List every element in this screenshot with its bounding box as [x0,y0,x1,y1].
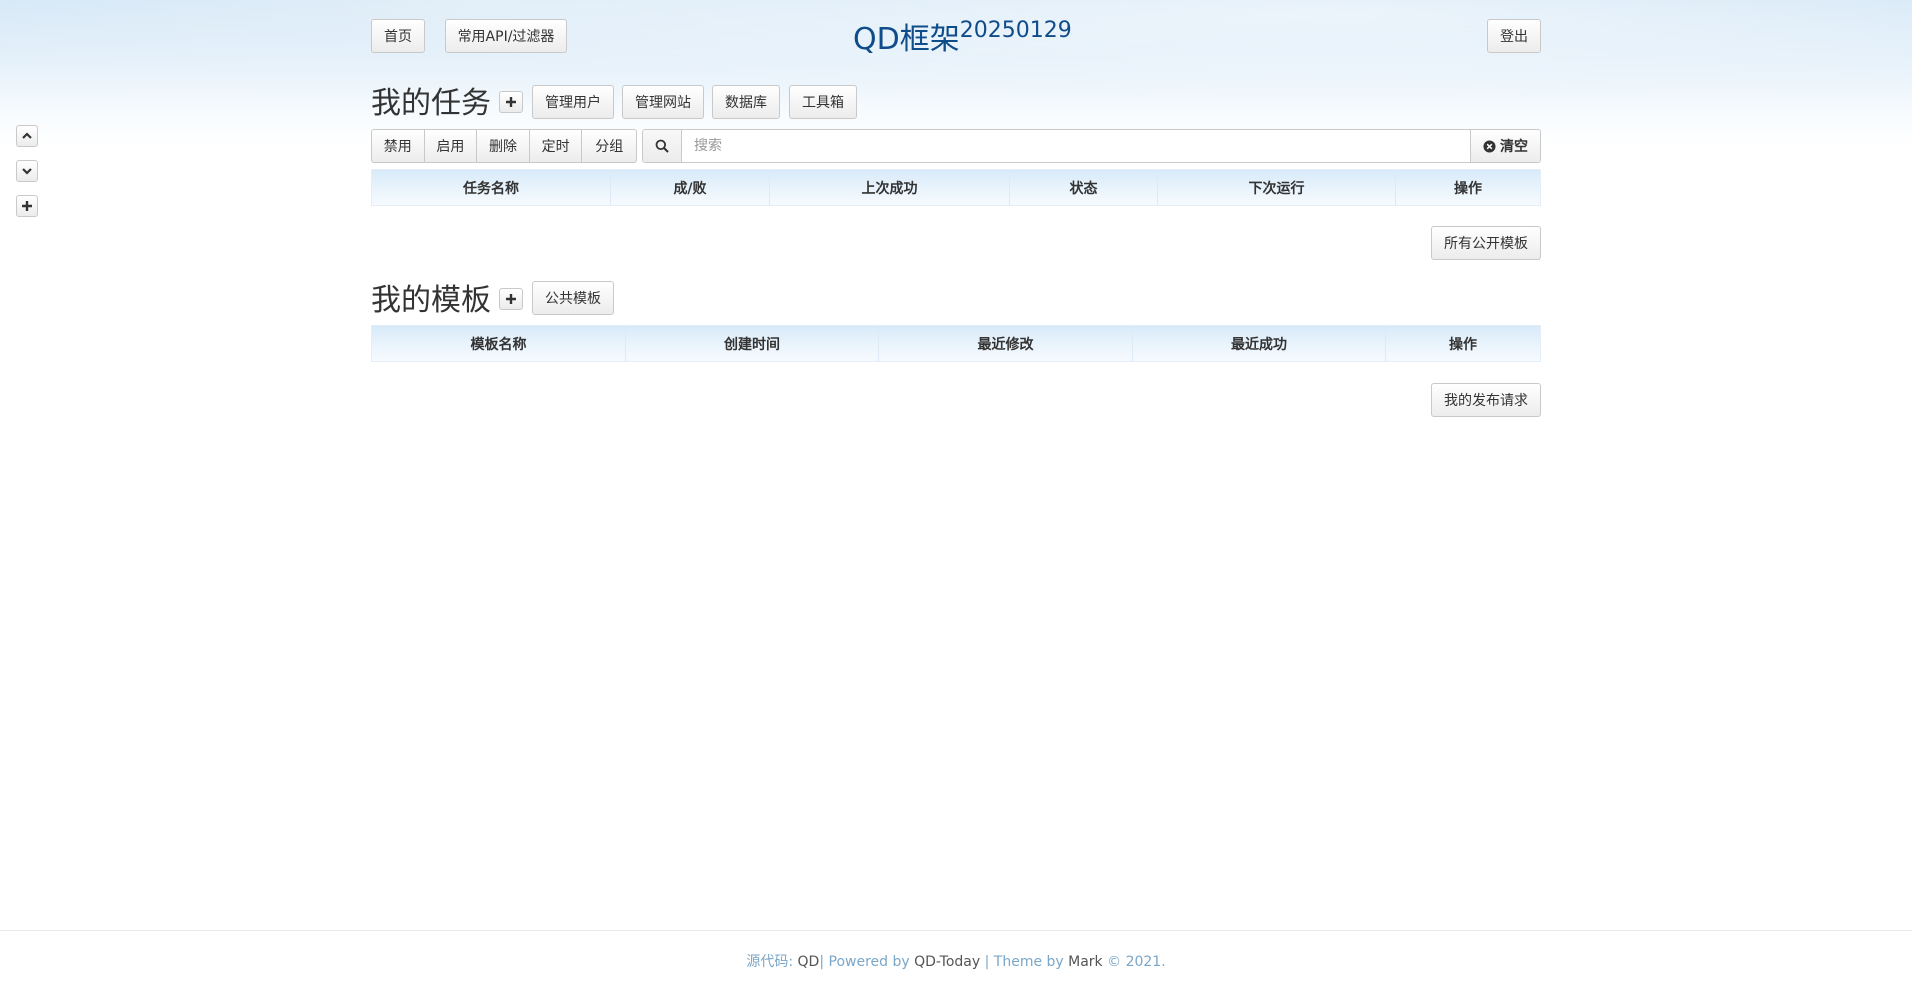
search-bar: 清空 [642,129,1541,163]
column-last-modified[interactable]: 最近修改 [879,326,1133,361]
app-version: 20250129 [959,18,1072,43]
footer-theme-link[interactable]: Mark [1068,954,1103,970]
all-public-templates-button[interactable]: 所有公开模板 [1431,226,1541,260]
column-last-success[interactable]: 上次成功 [770,170,1010,205]
column-success-fail[interactable]: 成/败 [611,170,770,205]
column-template-name[interactable]: 模板名称 [372,326,626,361]
my-publish-requests-button[interactable]: 我的发布请求 [1431,383,1541,417]
public-templates-button[interactable]: 公共模板 [532,281,614,315]
footer-divider [0,930,1912,931]
api-filter-button[interactable]: 常用API/过滤器 [445,19,567,53]
app-name: QD框架 [853,22,960,57]
column-next-run[interactable]: 下次运行 [1158,170,1396,205]
footer-source-link[interactable]: QD [798,954,820,970]
column-status[interactable]: 状态 [1010,170,1158,205]
chevron-up-icon [22,132,32,139]
add-task-button[interactable] [499,91,523,113]
clear-search-button[interactable]: 清空 [1470,130,1540,162]
schedule-button[interactable]: 定时 [530,130,583,162]
footer-powered-label: | Powered by [819,954,910,970]
page-title: QD框架20250129 [853,14,1072,58]
plus-icon [506,97,516,107]
toolbox-button[interactable]: 工具箱 [789,85,857,119]
delete-button[interactable]: 删除 [477,130,530,162]
footer-theme-label: | Theme by [984,954,1064,970]
scroll-top-button[interactable] [16,125,38,147]
search-addon [643,130,682,162]
scroll-bottom-button[interactable] [16,160,38,182]
templates-heading: 我的模板 [371,283,491,318]
home-button[interactable]: 首页 [371,19,425,53]
search-input[interactable] [682,130,1470,162]
tasks-table-header: 任务名称 成/败 上次成功 状态 下次运行 操作 [371,169,1541,206]
logout-button[interactable]: 登出 [1487,19,1541,53]
plus-icon [22,201,32,211]
disable-button[interactable]: 禁用 [372,130,425,162]
footer-powered-link[interactable]: QD-Today [914,954,980,970]
column-recent-success[interactable]: 最近成功 [1133,326,1386,361]
group-button[interactable]: 分组 [582,130,636,162]
templates-table-header: 模板名称 创建时间 最近修改 最近成功 操作 [371,325,1541,362]
column-created-time[interactable]: 创建时间 [626,326,879,361]
footer-copyright: © 2021. [1107,954,1166,970]
column-template-actions: 操作 [1449,336,1477,353]
clear-label: 清空 [1500,139,1528,155]
chevron-down-icon [22,168,32,175]
manage-users-button[interactable]: 管理用户 [532,85,614,119]
footer-source-label: 源代码: [746,954,794,970]
column-actions: 操作 [1454,180,1482,197]
enable-button[interactable]: 启用 [425,130,478,162]
database-button[interactable]: 数据库 [712,85,780,119]
task-actions-group: 禁用 启用 删除 定时 分组 [371,129,637,163]
search-icon [655,139,669,153]
side-add-button[interactable] [16,195,38,217]
footer: 源代码: QD| Powered by QD-Today | Theme by … [0,951,1912,971]
tasks-heading: 我的任务 [371,86,491,121]
plus-icon [506,294,516,304]
manage-sites-button[interactable]: 管理网站 [622,85,704,119]
column-task-name[interactable]: 任务名称 [372,170,611,205]
close-circle-icon [1483,139,1496,153]
add-template-button[interactable] [499,288,523,310]
